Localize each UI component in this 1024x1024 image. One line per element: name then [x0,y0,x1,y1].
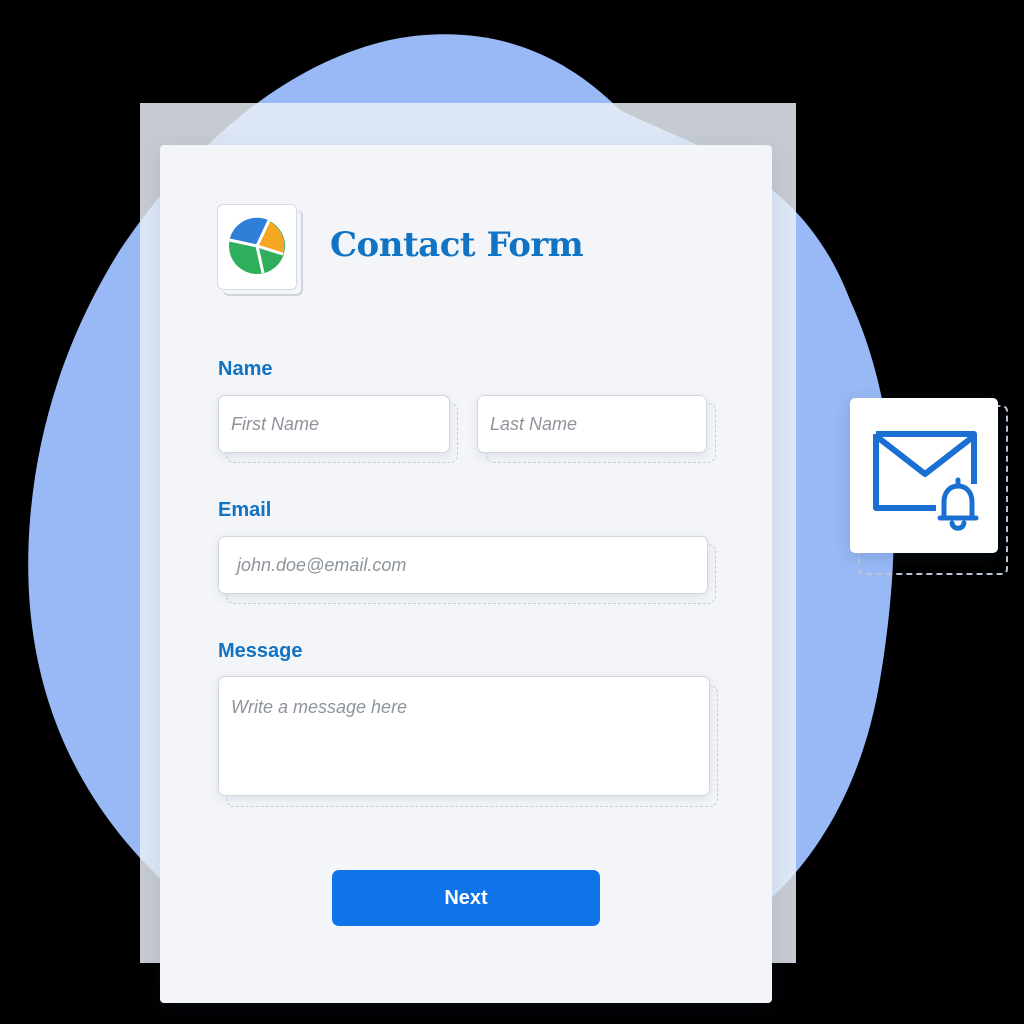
first-name-input[interactable]: First Name [218,395,450,453]
message-label: Message [218,640,303,662]
next-button[interactable]: Next [332,870,600,926]
mail-bell-icon [873,431,979,531]
logo-tile [217,204,297,290]
stage: Contact Form Name First Name Last Name E… [0,0,1024,1024]
email-notification-card [850,398,998,553]
contact-form-card: Contact Form Name First Name Last Name E… [160,145,772,1003]
email-input[interactable]: john.doe@email.com [218,536,708,594]
pie-chart-logo-icon [229,217,285,274]
last-name-input[interactable]: Last Name [477,395,707,453]
name-label: Name [218,358,273,380]
form-title: Contact Form [330,225,584,265]
message-textarea[interactable]: Write a message here [218,676,710,796]
email-label: Email [218,499,272,521]
